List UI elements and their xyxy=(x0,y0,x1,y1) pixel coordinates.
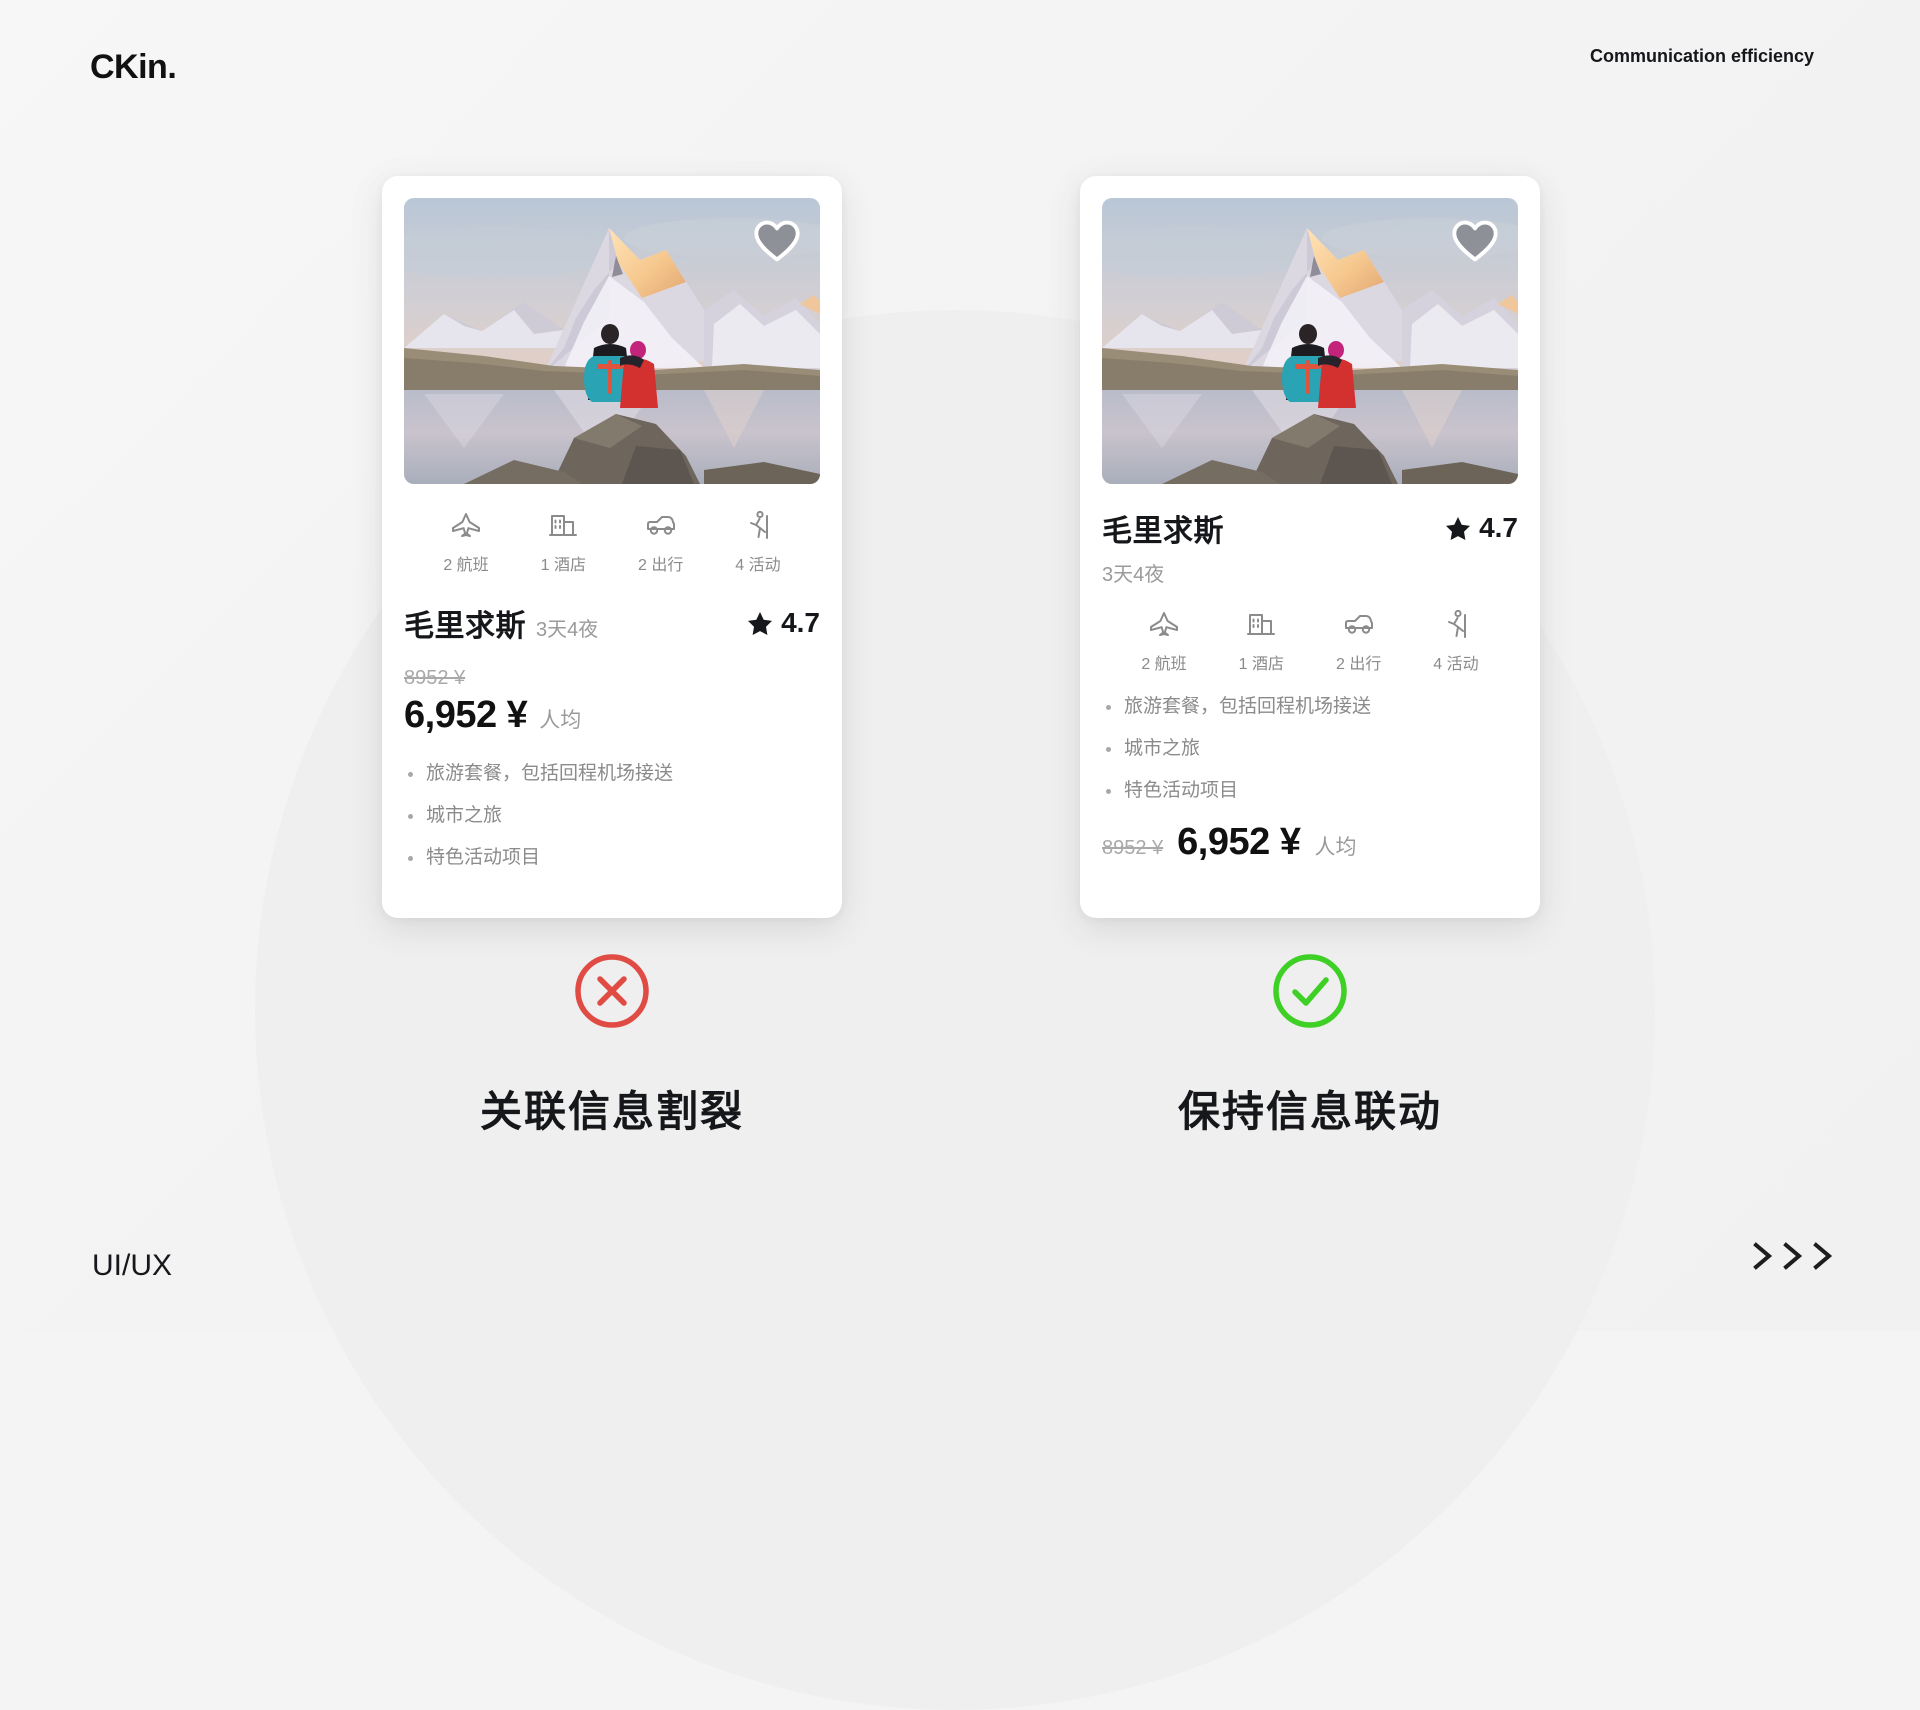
destination-title: 毛里求斯 xyxy=(1102,515,1224,548)
feature-label: 2 出行 xyxy=(1335,656,1382,673)
list-item: 特色活动项目 xyxy=(404,847,820,870)
heart-icon xyxy=(754,220,800,262)
star-icon xyxy=(748,611,773,635)
rating-badge: 4.7 xyxy=(1445,512,1518,544)
feature-label: 1 酒店 xyxy=(1238,656,1284,673)
feature-label: 1 酒店 xyxy=(540,557,586,574)
feature-hotels[interactable]: 1 酒店 xyxy=(517,508,609,575)
package-inclusions-list: 旅游套餐，包括回程机场接送 城市之旅 特色活动项目 xyxy=(404,763,820,869)
airplane-icon xyxy=(1149,607,1179,641)
hiker-icon xyxy=(745,508,771,542)
verdict-negative: 关联信息割裂 xyxy=(382,950,842,1139)
feature-label: 2 出行 xyxy=(637,557,684,574)
airplane-icon xyxy=(451,508,481,542)
rating-value: 4.7 xyxy=(781,607,820,638)
favorite-button[interactable] xyxy=(754,218,800,264)
list-item: 旅游套餐，包括回程机场接送 xyxy=(404,763,820,786)
list-item: 旅游套餐，包括回程机场接送 xyxy=(1102,696,1518,719)
circle-check-icon xyxy=(1271,950,1349,1032)
next-slide-indicator[interactable] xyxy=(1750,1239,1838,1273)
feature-activities[interactable]: 4 活动 xyxy=(1410,607,1502,674)
star-icon xyxy=(1446,516,1471,540)
header-tagline: Communication efficiency xyxy=(1590,46,1815,66)
heart-icon xyxy=(1452,220,1498,262)
rating-badge: 4.7 xyxy=(747,607,820,639)
card-title-row: 毛里求斯 4.7 xyxy=(1102,506,1518,550)
feature-transport[interactable]: 2 出行 xyxy=(1313,607,1405,674)
circle-cross-icon xyxy=(573,950,651,1032)
car-icon xyxy=(1343,607,1375,641)
feature-hotels[interactable]: 1 酒店 xyxy=(1215,607,1307,674)
favorite-button[interactable] xyxy=(1452,218,1498,264)
feature-label: 4 活动 xyxy=(735,557,781,574)
package-feature-strip: 2 航班 1 酒店 2 出行 4 活动 xyxy=(404,508,820,575)
feature-label: 4 活动 xyxy=(1433,656,1479,673)
original-price: 8952 ¥ xyxy=(1102,837,1164,860)
price-block: 8952 ¥ 6,952 ¥ 人均 xyxy=(1102,821,1518,864)
list-item: 城市之旅 xyxy=(404,805,820,828)
trip-duration: 3天4夜 xyxy=(536,619,599,641)
feature-flights[interactable]: 2 航班 xyxy=(1118,607,1210,674)
car-icon xyxy=(645,508,677,542)
price-unit: 人均 xyxy=(1314,836,1357,860)
price-block: 8952 ¥ 6,952 ¥ 人均 xyxy=(404,667,820,737)
list-item: 城市之旅 xyxy=(1102,738,1518,761)
verdict-caption: 关联信息割裂 xyxy=(479,1088,744,1135)
list-item: 特色活动项目 xyxy=(1102,780,1518,803)
rating-value: 4.7 xyxy=(1479,512,1518,543)
destination-title: 毛里求斯 xyxy=(404,610,526,643)
original-price: 8952 ¥ xyxy=(404,667,466,689)
feature-transport[interactable]: 2 出行 xyxy=(615,508,707,575)
package-feature-strip: 2 航班 1 酒店 2 出行 4 活动 xyxy=(1102,607,1518,674)
card-photo xyxy=(1102,198,1518,484)
feature-flights[interactable]: 2 航班 xyxy=(420,508,512,575)
verdict-positive: 保持信息联动 xyxy=(1080,950,1540,1139)
card-photo xyxy=(404,198,820,484)
package-inclusions-list: 旅游套餐，包括回程机场接送 城市之旅 特色活动项目 xyxy=(1102,696,1518,802)
feature-activities[interactable]: 4 活动 xyxy=(712,508,804,575)
hiker-icon xyxy=(1443,607,1469,641)
footer-category-label: UI/UX xyxy=(92,1249,173,1282)
brand-logo: CKin. xyxy=(90,48,177,86)
discounted-price: 6,952 ¥ xyxy=(1177,821,1301,864)
price-unit: 人均 xyxy=(539,709,582,732)
verdict-caption: 保持信息联动 xyxy=(1177,1088,1442,1135)
discounted-price: 6,952 ¥ xyxy=(404,694,528,736)
hotel-icon xyxy=(548,508,578,542)
chevron-right-icon xyxy=(1753,1242,1773,1270)
travel-package-card-connected[interactable]: 毛里求斯 4.7 3天4夜 2 航班 1 酒店 2 出行 4 活动 旅游套餐，包… xyxy=(1080,176,1540,918)
chevron-right-icon xyxy=(1813,1242,1833,1270)
chevron-right-icon xyxy=(1783,1242,1803,1270)
trip-duration: 3天4夜 xyxy=(1102,564,1165,586)
hotel-icon xyxy=(1246,607,1276,641)
card-title-row: 毛里求斯 3天4夜 4.7 xyxy=(404,601,820,645)
feature-label: 2 航班 xyxy=(443,557,489,574)
feature-label: 2 航班 xyxy=(1141,656,1187,673)
travel-package-card-disconnected[interactable]: 2 航班 1 酒店 2 出行 4 活动 毛里求斯 3天4夜 4.7 8952 ¥… xyxy=(382,176,842,918)
